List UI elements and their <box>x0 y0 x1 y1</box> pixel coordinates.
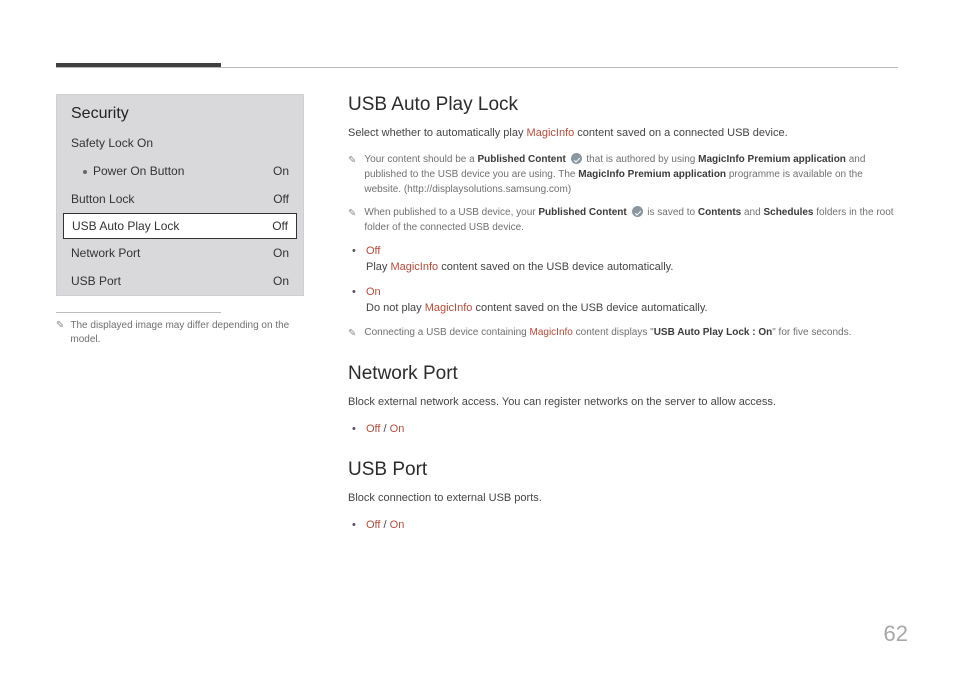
pencil-icon: ✎ <box>348 153 356 197</box>
section3-options: Off / On <box>348 517 898 534</box>
option-label: On <box>366 286 381 298</box>
footnote-rule <box>56 312 221 313</box>
text: Connecting a USB device containing <box>364 327 529 338</box>
section2-body: Block external network access. You can r… <box>348 395 898 411</box>
bold-text: MagicInfo Premium application <box>698 154 846 165</box>
pencil-icon: ✎ <box>348 326 356 341</box>
option-off-on: Off / On <box>366 517 898 534</box>
menu-row-usb-port[interactable]: USB Port On <box>57 267 303 295</box>
option-on: On Do not play MagicInfo content saved o… <box>366 284 898 317</box>
note-text: Your content should be a Published Conte… <box>364 152 898 197</box>
option-off: Off <box>366 423 380 435</box>
sidebar-footnote: ✎ The displayed image may differ dependi… <box>56 319 304 347</box>
bullet-icon <box>83 170 87 174</box>
text: content saved on the USB device automati… <box>472 302 707 314</box>
menu-row-label: Network Port <box>71 246 140 260</box>
published-content-icon <box>571 153 582 164</box>
section1-options: Off Play MagicInfo content saved on the … <box>348 243 898 317</box>
text: Play <box>366 261 390 273</box>
option-off: Off Play MagicInfo content saved on the … <box>366 243 898 276</box>
bold-text: USB Auto Play Lock : On <box>654 327 773 338</box>
pencil-icon: ✎ <box>348 206 356 235</box>
text: Your content should be a <box>364 154 477 165</box>
text: Select whether to automatically play <box>348 127 527 139</box>
text: is saved to <box>647 207 698 218</box>
text: content saved on the USB device automati… <box>438 261 673 273</box>
section-title-usb-auto-play-lock: USB Auto Play Lock <box>348 94 898 116</box>
menu-row-label-text: Power On Button <box>93 164 184 178</box>
menu-row-safety-lock[interactable]: Safety Lock On <box>57 129 303 157</box>
section-title-network-port: Network Port <box>348 363 898 385</box>
term-magicinfo: MagicInfo <box>425 302 473 314</box>
section1-note2: ✎ When published to a USB device, your P… <box>348 205 898 235</box>
menu-row-label: Button Lock <box>71 192 134 206</box>
menu-row-label: Power On Button <box>71 164 184 178</box>
note-text: When published to a USB device, your Pub… <box>364 205 898 235</box>
option-off-on: Off / On <box>366 421 898 438</box>
section1-note3: ✎ Connecting a USB device containing Mag… <box>348 325 898 341</box>
bold-text: Published Content <box>477 154 565 165</box>
bold-text: Published Content <box>538 207 626 218</box>
term-magicinfo: MagicInfo <box>530 327 573 338</box>
note-text: Connecting a USB device containing Magic… <box>364 325 851 341</box>
menu-row-label: USB Port <box>71 274 121 288</box>
menu-row-value: On <box>273 246 289 260</box>
footnote-text: The displayed image may differ depending… <box>70 319 304 347</box>
section3-body: Block connection to external USB ports. <box>348 491 898 507</box>
term-magicinfo: MagicInfo <box>390 261 438 273</box>
section1-note1: ✎ Your content should be a Published Con… <box>348 152 898 197</box>
menu-row-network-port[interactable]: Network Port On <box>57 239 303 267</box>
menu-row-value: Off <box>272 219 288 233</box>
text: When published to a USB device, your <box>364 207 538 218</box>
menu-row-value: On <box>273 274 289 288</box>
security-menu: Security Safety Lock On Power On Button … <box>56 94 304 296</box>
text: content saved on a connected USB device. <box>574 127 787 139</box>
option-label: Off <box>366 245 380 257</box>
bold-text: MagicInfo Premium application <box>578 169 726 180</box>
menu-row-label: USB Auto Play Lock <box>72 219 179 233</box>
header-rule <box>56 67 898 68</box>
published-content-icon <box>632 206 643 217</box>
option-on: On <box>390 519 405 531</box>
bold-text: Contents <box>698 207 741 218</box>
option-on: On <box>390 423 405 435</box>
text: " for five seconds. <box>772 327 851 338</box>
menu-row-button-lock[interactable]: Button Lock Off <box>57 185 303 213</box>
menu-row-usb-auto-play-lock[interactable]: USB Auto Play Lock Off <box>63 213 297 239</box>
separator: / <box>380 423 389 435</box>
text: and <box>741 207 763 218</box>
bold-text: Schedules <box>763 207 813 218</box>
section2-options: Off / On <box>348 421 898 438</box>
option-off: Off <box>366 519 380 531</box>
menu-row-value: Off <box>273 192 289 206</box>
term-magicinfo: MagicInfo <box>527 127 575 139</box>
section-title-usb-port: USB Port <box>348 459 898 481</box>
sidebar-column: Security Safety Lock On Power On Button … <box>56 94 304 542</box>
page-number: 62 <box>884 621 908 647</box>
menu-row-power-on-button[interactable]: Power On Button On <box>57 157 303 185</box>
text: that is authored by using <box>586 154 698 165</box>
pencil-icon: ✎ <box>56 319 64 347</box>
menu-title: Security <box>57 95 303 129</box>
menu-row-value: On <box>273 164 289 178</box>
text: Do not play <box>366 302 425 314</box>
menu-row-label: Safety Lock On <box>71 136 153 150</box>
content-column: USB Auto Play Lock Select whether to aut… <box>348 94 898 542</box>
section1-intro: Select whether to automatically play Mag… <box>348 126 898 142</box>
separator: / <box>380 519 389 531</box>
text: content displays " <box>573 327 654 338</box>
